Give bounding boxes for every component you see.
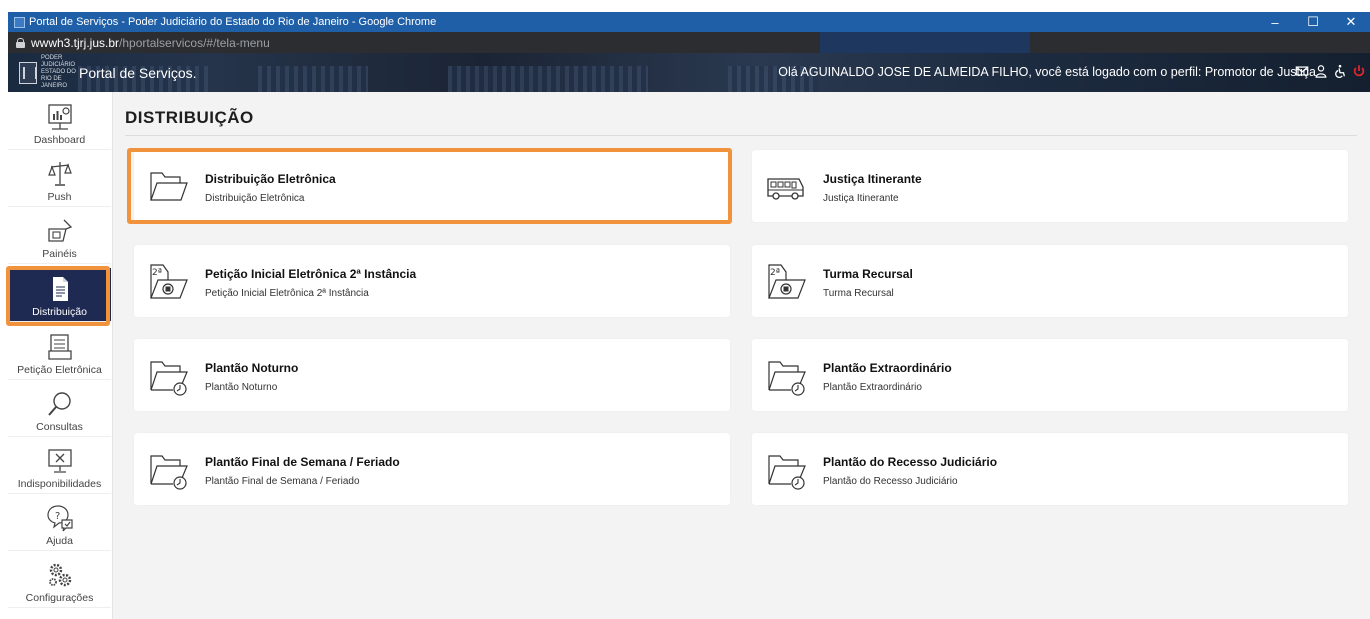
- sidebar-item-distribuicao[interactable]: Distribuição: [8, 268, 111, 322]
- card-subtitle: Petição Inicial Eletrônica 2ª Instância: [205, 288, 369, 299]
- site-header: PODER JUDICIÁRIO ESTADO DO RIO DE JANEIR…: [8, 53, 1370, 92]
- sidebar-item-label: Ajuda: [46, 535, 73, 547]
- card-title: Plantão Noturno: [205, 361, 299, 375]
- folder-clock-icon: [150, 361, 188, 396]
- monitor-x-icon: [47, 449, 72, 473]
- dashboard-icon: [47, 104, 72, 130]
- lock-icon: [16, 37, 25, 48]
- card-justica-itinerante[interactable]: Justiça Itinerante Justiça Itinerante: [752, 150, 1348, 222]
- card-title: Plantão Extraordinário: [823, 361, 952, 375]
- sidebar-item-dashboard[interactable]: Dashboard: [8, 96, 111, 150]
- card-subtitle: Plantão do Recesso Judiciário: [823, 476, 958, 487]
- power-icon[interactable]: [1352, 64, 1366, 78]
- main-content: DISTRIBUIÇÃO Distribuição Eletrônica Dis…: [113, 92, 1370, 619]
- card-plantao-recesso-judiciario[interactable]: Plantão do Recesso Judiciário Plantão do…: [752, 433, 1348, 505]
- url-host: wwwh3.tjrj.jus.br: [31, 35, 120, 50]
- panels-icon: [47, 219, 72, 242]
- window-title: Portal de Serviços - Poder Judiciário do…: [29, 16, 437, 28]
- mail-icon[interactable]: [1295, 64, 1309, 78]
- folder-clock-icon: [150, 455, 188, 490]
- user-greeting: Olá AGUINALDO JOSE DE ALMEIDA FILHO, voc…: [778, 65, 1316, 79]
- instance-badge: 2ª: [770, 268, 780, 278]
- accessibility-icon[interactable]: [1333, 64, 1347, 78]
- sidebar-item-consultas[interactable]: Consultas: [8, 383, 111, 437]
- scales-icon: [47, 162, 72, 186]
- sidebar-item-label: Dashboard: [33, 134, 86, 146]
- card-title: Turma Recursal: [823, 267, 913, 281]
- user-icon[interactable]: [1314, 64, 1328, 78]
- sidebar-item-label: Push: [47, 191, 72, 203]
- gears-icon: [48, 563, 71, 587]
- page-title: DISTRIBUIÇÃO: [125, 108, 254, 127]
- second-instance-folder-icon: 2ª: [150, 264, 188, 299]
- maximize-button[interactable]: ☐: [1294, 14, 1332, 30]
- sidebar-item-label: Distribuição: [32, 306, 87, 318]
- card-title: Distribuição Eletrônica: [205, 172, 336, 186]
- chrome-app-icon: [14, 16, 25, 28]
- folder-icon: [150, 172, 188, 201]
- minimize-button[interactable]: –: [1256, 15, 1294, 30]
- address-bar[interactable]: wwwh3.tjrj.jus.br /hportalservicos/#/tel…: [8, 32, 1370, 53]
- petition-icon: [47, 334, 72, 360]
- card-peticao-inicial-2a-instancia[interactable]: 2ª Petição Inicial Eletrônica 2ª Instânc…: [134, 245, 730, 317]
- sidebar-item-peticao-eletronica[interactable]: Petição Eletrônica: [8, 326, 111, 380]
- card-subtitle: Plantão Noturno: [205, 382, 278, 393]
- card-subtitle: Turma Recursal: [823, 288, 894, 299]
- card-subtitle: Distribuição Eletrônica: [205, 193, 305, 204]
- folder-clock-icon: [768, 455, 806, 490]
- sidebar-item-label: Petição Eletrônica: [17, 364, 102, 376]
- browser-title-bar: Portal de Serviços - Poder Judiciário do…: [8, 12, 1370, 32]
- card-plantao-final-de-semana[interactable]: Plantão Final de Semana / Feriado Plantã…: [134, 433, 730, 505]
- portal-title[interactable]: Portal de Serviços.: [79, 65, 197, 81]
- card-plantao-noturno[interactable]: Plantão Noturno Plantão Noturno: [134, 339, 730, 411]
- bus-icon: [767, 178, 804, 200]
- card-distribuicao-eletronica[interactable]: Distribuição Eletrônica Distribuição Ele…: [134, 150, 730, 222]
- close-button[interactable]: ✕: [1332, 14, 1370, 30]
- card-title: Plantão Final de Semana / Feriado: [205, 455, 400, 469]
- document-icon: [52, 277, 68, 301]
- second-instance-folder-icon: 2ª: [768, 264, 806, 299]
- folder-clock-icon: [768, 361, 806, 396]
- sidebar-item-indisponibilidades[interactable]: Indisponibilidades: [8, 440, 111, 494]
- card-title: Plantão do Recesso Judiciário: [823, 455, 998, 469]
- help-icon: ?: [46, 505, 73, 532]
- sidebar-item-label: Consultas: [36, 421, 83, 433]
- sidebar-item-label: Painéis: [42, 248, 77, 260]
- card-subtitle: Justiça Itinerante: [823, 193, 899, 204]
- svg-text:?: ?: [55, 511, 60, 522]
- sidebar: Dashboard Push Painéis Distribuição Peti…: [8, 92, 113, 619]
- tjrj-logo[interactable]: [19, 61, 37, 84]
- instance-badge: 2ª: [152, 268, 162, 278]
- card-title: Justiça Itinerante: [823, 172, 922, 186]
- sidebar-item-label: Indisponibilidades: [17, 478, 102, 490]
- sidebar-item-push[interactable]: Push: [8, 153, 111, 207]
- card-plantao-extraordinario[interactable]: Plantão Extraordinário Plantão Extraordi…: [752, 339, 1348, 411]
- sidebar-item-label: Configurações: [25, 592, 94, 604]
- magnifier-icon: [47, 392, 71, 416]
- title-divider: [125, 135, 1357, 136]
- sidebar-item-configuracoes[interactable]: Configurações: [8, 554, 111, 608]
- sidebar-item-ajuda[interactable]: ? Ajuda: [8, 497, 111, 551]
- brand-small-text: PODER JUDICIÁRIO ESTADO DO RIO DE JANEIR…: [41, 55, 76, 89]
- card-subtitle: Plantão Final de Semana / Feriado: [205, 476, 360, 487]
- card-subtitle: Plantão Extraordinário: [823, 382, 922, 393]
- url-path: /hportalservicos/#/tela-menu: [119, 35, 270, 50]
- card-title: Petição Inicial Eletrônica 2ª Instância: [205, 267, 417, 281]
- card-turma-recursal[interactable]: 2ª Turma Recursal Turma Recursal: [752, 245, 1348, 317]
- redacted-area: [820, 32, 1030, 53]
- sidebar-item-paineis[interactable]: Painéis: [8, 210, 111, 264]
